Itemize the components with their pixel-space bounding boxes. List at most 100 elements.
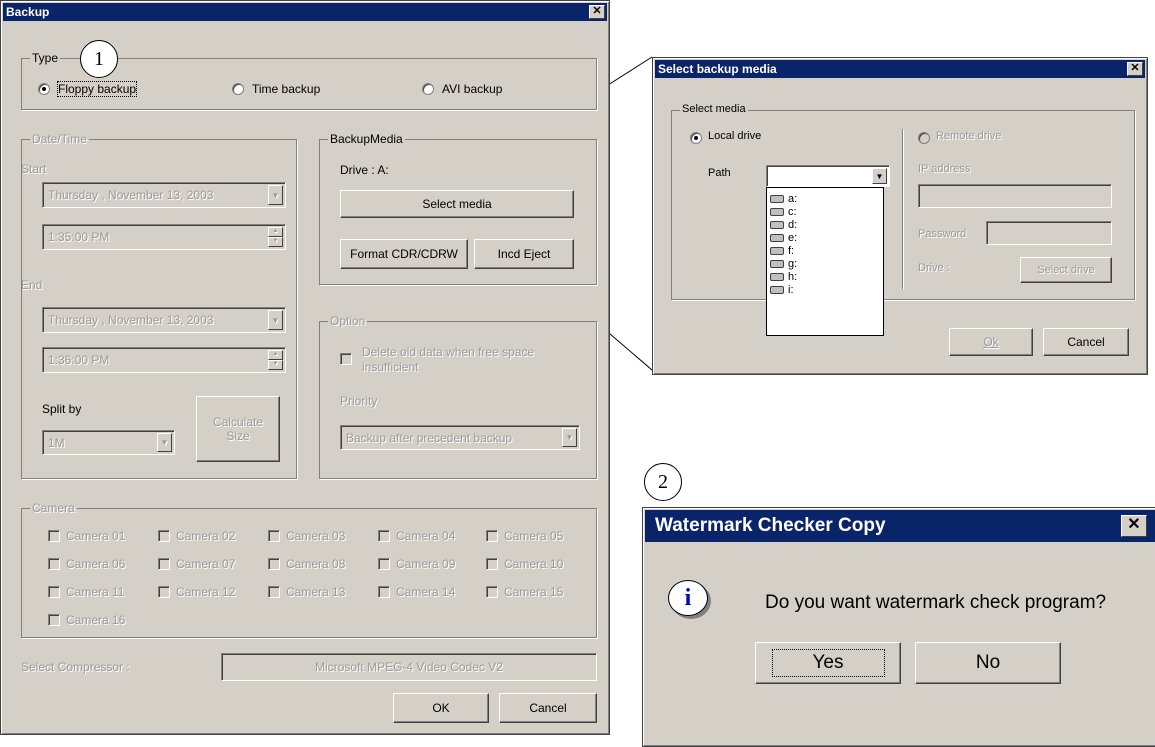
select-media-button[interactable]: Select media — [340, 190, 574, 218]
type-group-label: Type — [30, 51, 61, 65]
calculate-size-button[interactable]: Calculate Size — [196, 396, 280, 462]
compressor-label: Select Compressor : — [21, 660, 130, 674]
camera-checkbox[interactable]: Camera 09 — [378, 557, 455, 571]
remote-drive-radio[interactable] — [918, 132, 930, 144]
calculate-label-1: Calculate — [212, 415, 264, 429]
camera-checkbox[interactable]: Camera 16 — [48, 613, 125, 627]
ok-label: OK — [432, 701, 450, 715]
split-by-select[interactable]: 1M ▼ — [42, 430, 175, 455]
camera-checkbox[interactable]: Camera 01 — [48, 529, 125, 543]
time-backup-label: Time backup — [252, 82, 321, 96]
watermark-message: Do you want watermark check program? — [765, 592, 1107, 613]
close-button[interactable]: ✕ — [1127, 62, 1143, 76]
end-time-spinner[interactable]: 1:36:00 PM ▲ ▼ — [42, 347, 286, 373]
split-by-value: 1M — [48, 435, 65, 450]
end-date-value: Thursday , November 13, 2003 — [48, 313, 214, 327]
no-label: No — [975, 652, 1001, 673]
hard-drive-icon — [770, 259, 784, 268]
close-button[interactable]: ✕ — [1121, 515, 1147, 537]
hard-drive-icon — [770, 285, 784, 294]
priority-select[interactable]: Backup after precedent backup ▼ — [340, 425, 580, 450]
drive-item[interactable]: e: — [767, 231, 883, 244]
no-button[interactable]: No — [915, 642, 1061, 684]
incd-eject-button[interactable]: Incd Eject — [474, 239, 574, 269]
camera-checkbox[interactable]: Camera 08 — [268, 557, 345, 571]
camera-checkbox[interactable]: Camera 13 — [268, 585, 345, 599]
compressor-field[interactable]: Microsoft MPEG-4 Video Codec V2 — [221, 653, 597, 681]
camera-checkbox[interactable]: Camera 04 — [378, 529, 455, 543]
end-time-value: 1:36:00 PM — [48, 353, 110, 367]
start-date-picker[interactable]: Thursday , November 13, 2003 ▼ — [42, 182, 286, 208]
camera-checkbox[interactable]: Camera 03 — [268, 529, 345, 543]
format-cdr-button[interactable]: Format CDR/CDRW — [340, 239, 468, 269]
backup-window: Backup ✕ Type Floppy backup Time backup … — [0, 0, 610, 735]
drive-item[interactable]: c: — [767, 205, 883, 218]
camera-checkbox[interactable]: Camera 06 — [48, 557, 125, 571]
callout-2: 2 — [644, 463, 682, 501]
media-ok-button[interactable]: Ok — [949, 328, 1033, 356]
floppy-drive-icon — [770, 194, 784, 203]
drive-item[interactable]: d: — [767, 218, 883, 231]
start-time-value: 1:35:00 PM — [48, 230, 110, 244]
chevron-down-icon[interactable]: ▼ — [268, 185, 283, 205]
path-select[interactable]: ▼ — [766, 165, 890, 187]
drive-label: Drive : — [918, 262, 950, 274]
camera-checkbox[interactable]: Camera 05 — [486, 529, 563, 543]
ip-address-label: IP address — [918, 163, 971, 175]
hard-drive-icon — [770, 233, 784, 242]
spinner-icon[interactable]: ▲ ▼ — [268, 350, 283, 370]
floppy-backup-radio[interactable] — [38, 83, 50, 95]
chevron-down-icon[interactable]: ▼ — [268, 310, 283, 330]
drive-item[interactable]: g: — [767, 257, 883, 270]
local-drive-radio[interactable] — [690, 132, 702, 144]
yes-label: Yes — [771, 649, 885, 677]
select-media-group: Select media Local drive Path ▼ a: c: d:… — [671, 103, 1135, 336]
cancel-button[interactable]: Cancel — [499, 693, 597, 723]
drive-item[interactable]: a: — [767, 192, 883, 205]
chevron-down-icon[interactable]: ▼ — [562, 428, 577, 447]
info-icon: i — [668, 580, 708, 616]
camera-checkbox[interactable]: Camera 12 — [158, 585, 235, 599]
avi-backup-radio[interactable] — [422, 83, 434, 95]
drive-list[interactable]: a: c: d: e: f: g: h: i: — [766, 187, 884, 336]
separator — [902, 129, 904, 289]
drive-item[interactable]: h: — [767, 270, 883, 283]
start-time-spinner[interactable]: 1:35:00 PM ▲ ▼ — [42, 224, 286, 250]
close-icon: ✕ — [592, 5, 602, 17]
chevron-down-icon[interactable]: ▼ — [872, 168, 887, 184]
media-cancel-button[interactable]: Cancel — [1043, 328, 1129, 356]
callout-2-number: 2 — [658, 470, 668, 493]
camera-checkbox[interactable]: Camera 11 — [48, 585, 124, 599]
close-button[interactable]: ✕ — [589, 5, 605, 19]
callout-1: 1 — [80, 40, 118, 78]
option-group: Option Delete old data when free space i… — [319, 314, 597, 479]
drive-item[interactable]: i: — [767, 283, 883, 296]
password-field[interactable] — [986, 221, 1112, 245]
camera-checkbox[interactable]: Camera 07 — [158, 557, 235, 571]
delete-old-label-1: Delete old data when free space — [362, 345, 535, 359]
ok-button[interactable]: OK — [393, 693, 489, 723]
time-backup-radio[interactable] — [232, 83, 244, 95]
delete-old-checkbox[interactable] — [340, 353, 352, 365]
yes-button[interactable]: Yes — [755, 642, 901, 684]
camera-checkbox[interactable]: Camera 02 — [158, 529, 235, 543]
drive-label: Drive : A: — [340, 163, 389, 177]
close-icon: ✕ — [1127, 516, 1141, 533]
camera-checkbox[interactable]: Camera 15 — [486, 585, 563, 599]
option-group-label: Option — [328, 314, 368, 328]
select-drive-button[interactable]: Select drive — [1020, 257, 1112, 283]
priority-label: Priority — [340, 394, 378, 408]
camera-checkbox[interactable]: Camera 14 — [378, 585, 455, 599]
end-date-picker[interactable]: Thursday , November 13, 2003 ▼ — [42, 307, 286, 333]
backup-title: Backup — [6, 5, 50, 19]
drive-item[interactable]: f: — [767, 244, 883, 257]
password-label: Password — [918, 228, 967, 240]
camera-checkbox[interactable]: Camera 10 — [486, 557, 563, 571]
ip-address-field[interactable] — [918, 184, 1112, 208]
cancel-label: Cancel — [529, 701, 567, 715]
chevron-down-icon[interactable]: ▼ — [157, 433, 172, 452]
delete-old-label-2: insufficient — [362, 360, 419, 374]
remote-drive-label: Remote drive — [936, 130, 1002, 142]
spinner-icon[interactable]: ▲ ▼ — [268, 227, 283, 247]
path-label: Path — [708, 167, 731, 179]
